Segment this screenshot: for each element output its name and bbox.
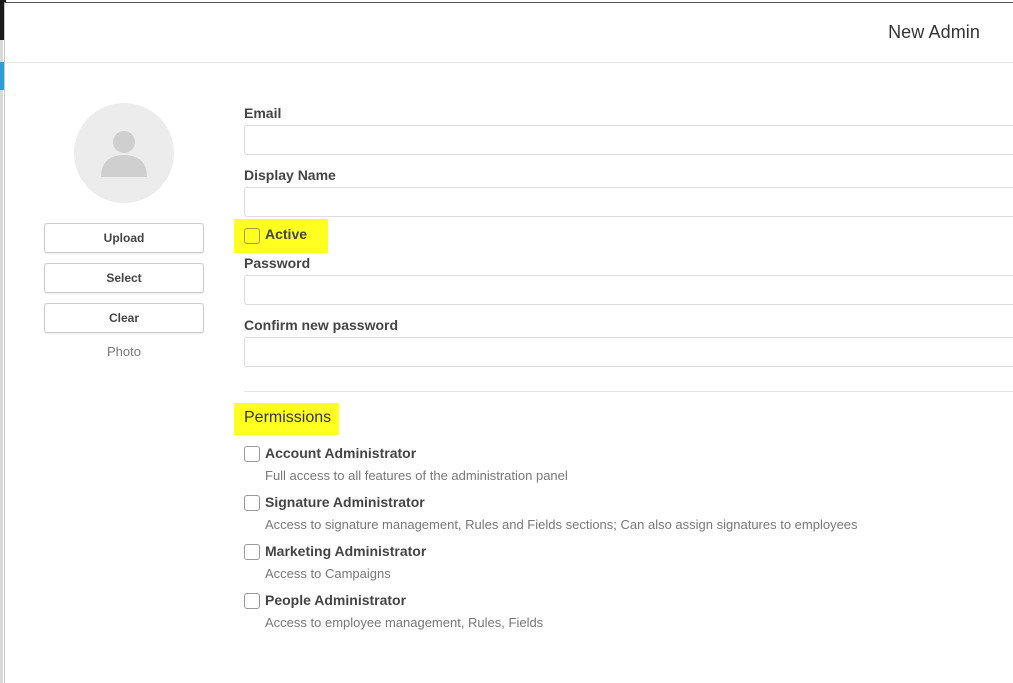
people-admin-label: People Administrator [265, 592, 407, 608]
account-admin-checkbox[interactable] [244, 446, 260, 462]
password-field[interactable] [244, 275, 1013, 305]
dialog-title: New Admin [888, 22, 980, 42]
confirm-password-label: Confirm new password [244, 317, 399, 333]
marketing-admin-description: Access to Campaigns [265, 566, 391, 581]
clear-button[interactable]: Clear [44, 303, 204, 333]
permissions-title: Permissions [244, 409, 332, 426]
dialog-header: New Admin [5, 3, 1013, 63]
background-page-border [0, 40, 3, 683]
marketing-admin-checkbox[interactable] [244, 544, 260, 560]
people-admin-description: Access to employee management, Rules, Fi… [265, 615, 544, 630]
photo-caption: Photo [107, 344, 141, 359]
section-divider [244, 391, 1013, 392]
user-silhouette-icon [101, 131, 147, 177]
account-admin-description: Full access to all features of the admin… [265, 468, 568, 483]
new-admin-dialog: New Admin Upload Select Clear Photo Emai… [4, 2, 1013, 683]
email-field[interactable] [244, 125, 1013, 155]
account-admin-label: Account Administrator [265, 445, 417, 461]
signature-admin-checkbox[interactable] [244, 495, 260, 511]
select-button[interactable]: Select [44, 263, 204, 293]
display-name-field[interactable] [244, 187, 1013, 217]
confirm-password-field[interactable] [244, 337, 1013, 367]
active-label: Active [265, 226, 308, 242]
signature-admin-label: Signature Administrator [265, 494, 425, 510]
signature-admin-description: Access to signature management, Rules an… [265, 517, 858, 532]
password-label: Password [244, 255, 311, 271]
display-name-label: Display Name [244, 167, 336, 183]
avatar [74, 103, 174, 203]
email-label: Email [244, 105, 282, 121]
active-checkbox[interactable] [244, 228, 260, 244]
upload-button[interactable]: Upload [44, 223, 204, 253]
people-admin-checkbox[interactable] [244, 593, 260, 609]
marketing-admin-label: Marketing Administrator [265, 543, 427, 559]
